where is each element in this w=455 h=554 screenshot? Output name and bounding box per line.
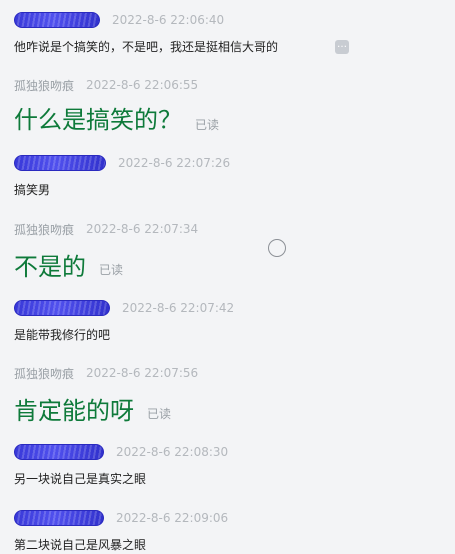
message-header: 孤独狼吻痕 2022-8-6 22:07:34	[14, 221, 198, 237]
message-text: 第二块说自己是风暴之眼	[14, 538, 147, 552]
message-time: 2022-8-6 22:07:42	[122, 301, 235, 315]
message-header: 2022-8-6 22:09:06	[14, 510, 228, 526]
read-status: 已读	[147, 407, 172, 421]
message-text: 什么是搞笑的？	[14, 106, 182, 134]
cursor-ring-icon	[268, 239, 286, 257]
redacted-sender-name	[14, 510, 104, 526]
sender-name: 孤独狼吻痕	[14, 366, 75, 381]
message-time: 2022-8-6 22:07:34	[86, 222, 199, 236]
message-time: 2022-8-6 22:09:06	[116, 511, 229, 525]
message-text: 搞笑男	[14, 183, 51, 197]
message-header: 孤独狼吻痕 2022-8-6 22:06:55	[14, 77, 198, 93]
message-text: 他咋说是个搞笑的，不是吧，我还是挺相信大哥的	[14, 40, 279, 54]
message-header: 2022-8-6 22:06:40	[14, 12, 224, 28]
message-header: 2022-8-6 22:07:26	[14, 155, 230, 171]
message-text: 肯定能的呀	[14, 397, 134, 425]
message-time: 2022-8-6 22:08:30	[116, 445, 229, 459]
redacted-sender-name	[14, 444, 104, 460]
message-text: 另一块说自己是真实之眼	[14, 472, 147, 486]
message-header: 2022-8-6 22:08:30	[14, 444, 228, 460]
message-header: 2022-8-6 22:07:42	[14, 300, 234, 316]
message-time: 2022-8-6 22:07:56	[86, 366, 199, 380]
redacted-sender-name	[14, 12, 100, 28]
redacted-sender-name	[14, 155, 106, 171]
message-header: 孤独狼吻痕 2022-8-6 22:07:56	[14, 365, 198, 381]
read-status: 已读	[195, 118, 220, 132]
redacted-sender-name	[14, 300, 110, 316]
more-options-icon[interactable]: …	[335, 40, 349, 54]
message-text: 不是的	[14, 253, 86, 281]
message-time: 2022-8-6 22:07:26	[118, 156, 231, 170]
sender-name: 孤独狼吻痕	[14, 78, 75, 93]
message-time: 2022-8-6 22:06:40	[112, 13, 225, 27]
read-status: 已读	[99, 263, 124, 277]
message-text: 是能带我修行的吧	[14, 328, 111, 342]
message-time: 2022-8-6 22:06:55	[86, 78, 199, 92]
sender-name: 孤独狼吻痕	[14, 222, 75, 237]
